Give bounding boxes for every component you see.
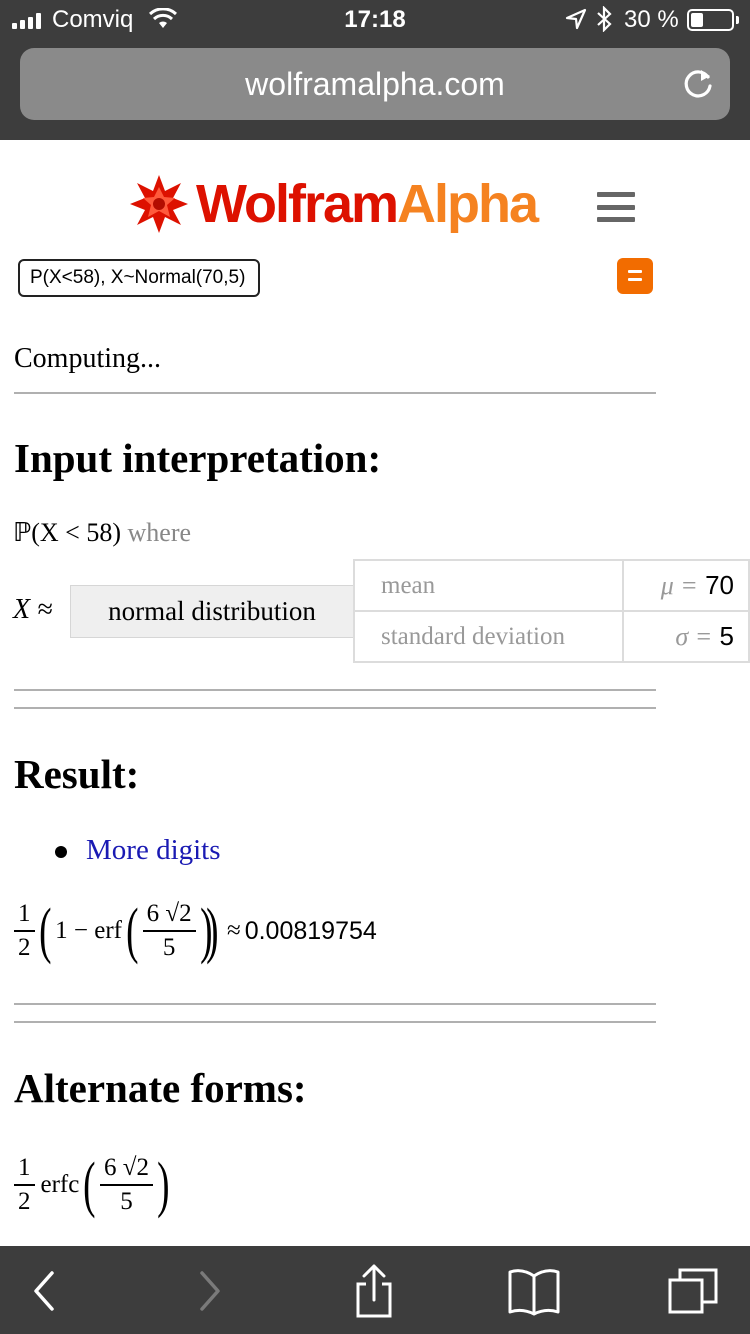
battery-icon	[687, 9, 739, 31]
param-label: standard deviation	[352, 610, 625, 663]
bluetooth-icon	[597, 6, 612, 32]
fraction-half: 12	[14, 1154, 35, 1216]
parameters-table: mean μ = 70 standard deviation σ = 5	[352, 559, 750, 663]
variable-approx: X ≈	[13, 594, 53, 625]
logo-alpha-text: Alpha	[397, 174, 539, 234]
hamburger-menu-icon[interactable]	[597, 192, 635, 222]
status-bar: Comviq 17:18 30 %	[0, 0, 750, 40]
browser-toolbar	[0, 1246, 750, 1334]
address-bar[interactable]: wolframalpha.com	[20, 48, 730, 120]
wolframalpha-logo[interactable]: WolframAlpha	[128, 172, 539, 236]
equals-icon	[628, 270, 642, 273]
fraction-half: 12	[14, 900, 35, 962]
divider	[14, 1003, 656, 1005]
probability-text: ℙ(X < 58)	[13, 518, 121, 547]
logo-wolfram-text: Wolfram	[196, 174, 399, 234]
result-expression: 12 ( 1 − erf ( 6 √2 5 )) ≈ 0.00819754	[14, 900, 377, 962]
table-row: mean μ = 70	[352, 559, 750, 612]
location-arrow-icon	[565, 8, 587, 30]
bookmarks-icon[interactable]	[504, 1264, 564, 1318]
distribution-name: normal distribution	[70, 585, 354, 638]
divider	[14, 1021, 656, 1023]
one-minus-erf: 1 − erf	[55, 917, 123, 944]
reload-icon[interactable]	[680, 66, 716, 102]
param-value: μ = 70	[622, 559, 750, 612]
back-icon[interactable]	[14, 1264, 74, 1318]
divider	[14, 707, 656, 709]
erfc-fn: erfc	[40, 1171, 80, 1198]
param-value: σ = 5	[622, 610, 750, 663]
input-interpretation-heading: Input interpretation:	[14, 435, 382, 481]
fraction-inner: 6 √2 5	[142, 900, 196, 962]
battery-percent: 30 %	[624, 6, 679, 33]
compute-button[interactable]	[617, 258, 653, 294]
param-label: mean	[352, 559, 625, 612]
alternate-expression: 12 erfc ( 6 √2 5 )	[14, 1154, 174, 1216]
result-heading: Result:	[14, 751, 140, 797]
probability-expression: ℙ(X < 58) where	[13, 518, 191, 548]
alternate-forms-heading: Alternate forms:	[14, 1065, 307, 1111]
table-row: standard deviation σ = 5	[352, 610, 750, 663]
more-digits-link[interactable]: More digits	[86, 834, 221, 867]
forward-icon[interactable]	[180, 1264, 240, 1318]
tabs-icon[interactable]	[664, 1264, 724, 1318]
query-input[interactable]: P(X<58), X~Normal(70,5)	[18, 259, 260, 297]
computing-status: Computing...	[14, 343, 162, 374]
divider	[14, 392, 656, 394]
divider	[14, 689, 656, 691]
url-text: wolframalpha.com	[245, 66, 505, 102]
share-icon[interactable]	[344, 1264, 404, 1318]
fraction-inner: 6 √2 5	[100, 1154, 153, 1216]
result-value: 0.00819754	[244, 916, 377, 945]
bullet-icon	[55, 846, 67, 858]
approx-sign: ≈	[226, 917, 241, 944]
where-text: where	[127, 518, 192, 547]
wolfram-spikey-icon	[130, 175, 188, 233]
browser-chrome: wolframalpha.com	[0, 40, 750, 140]
